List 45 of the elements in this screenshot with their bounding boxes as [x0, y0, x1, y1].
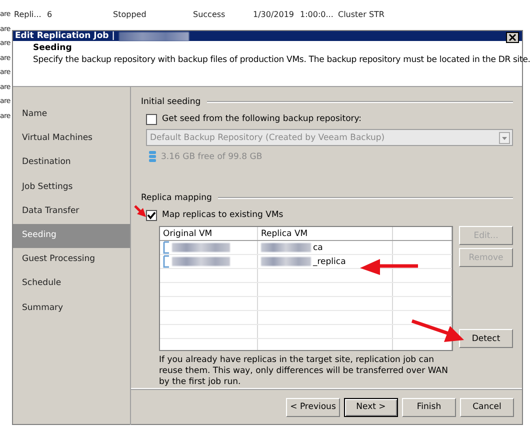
footer-button[interactable]: Next > [344, 398, 398, 416]
table-cell: Cluster STR [338, 10, 384, 19]
sidebar-item[interactable]: Data Transfer [13, 200, 130, 224]
column-header[interactable]: Original VM [160, 227, 258, 240]
page-title: Seeding [33, 43, 73, 53]
column-header[interactable]: Replica VM [258, 227, 393, 240]
close-icon[interactable] [506, 32, 519, 43]
annotation-arrow [358, 258, 420, 276]
footer-button[interactable]: Cancel [460, 398, 514, 416]
sidebar-item[interactable]: Guest Processing [13, 248, 130, 272]
window-title: Edit Replication Job | [15, 31, 115, 41]
table-cell: 1:00:0... [300, 10, 334, 19]
redacted-text [261, 243, 311, 252]
annotation-arrow [410, 318, 466, 344]
footer-button[interactable]: Finish [402, 398, 456, 416]
table-cell: _replica [313, 256, 346, 266]
checkbox[interactable] [146, 210, 157, 220]
group-label: Initial seeding [141, 97, 201, 107]
sidebar-item[interactable]: Name [13, 103, 130, 128]
table-cell: 1/30/2019 [253, 10, 294, 19]
table-cell: Stopped [113, 10, 146, 19]
table-cell: Success [193, 10, 226, 19]
table-cell: Repli... [14, 10, 42, 19]
footer-button[interactable]: < Previous [286, 398, 340, 416]
redacted-text [172, 243, 230, 252]
sidebar-item[interactable]: Summary [13, 296, 130, 321]
checkbox[interactable] [146, 114, 157, 124]
action-button[interactable]: Detect [459, 329, 513, 348]
redacted-text [172, 257, 230, 266]
page-description: Specify the backup repository with backup files of production VMs. The backup repository must be located in the DR site. [33, 55, 530, 65]
database-icon [149, 151, 156, 162]
sidebar-item[interactable]: Job Settings [13, 176, 130, 200]
table-cell: ca [313, 242, 323, 252]
free-space-text: 3.16 GB free of 99.8 GB [161, 152, 262, 162]
checkbox-label: Get seed from the following backup repository: [162, 114, 362, 124]
sidebar-item[interactable]: Schedule [13, 272, 130, 296]
sidebar-item[interactable]: Virtual Machines [13, 127, 130, 152]
annotation-arrow [134, 205, 147, 218]
group-label: Replica mapping [141, 193, 212, 203]
help-text: If you already have replicas in the target site, replication job can reuse them. This way, only differences will be transferred over WAN by the first job run. [159, 355, 449, 388]
sidebar-item[interactable]: Destination [13, 151, 130, 176]
redacted-text [261, 257, 311, 266]
table-cell: 6 [47, 10, 52, 19]
checkbox-label: Map replicas to existing VMs [162, 210, 284, 220]
redacted-text [118, 32, 189, 40]
